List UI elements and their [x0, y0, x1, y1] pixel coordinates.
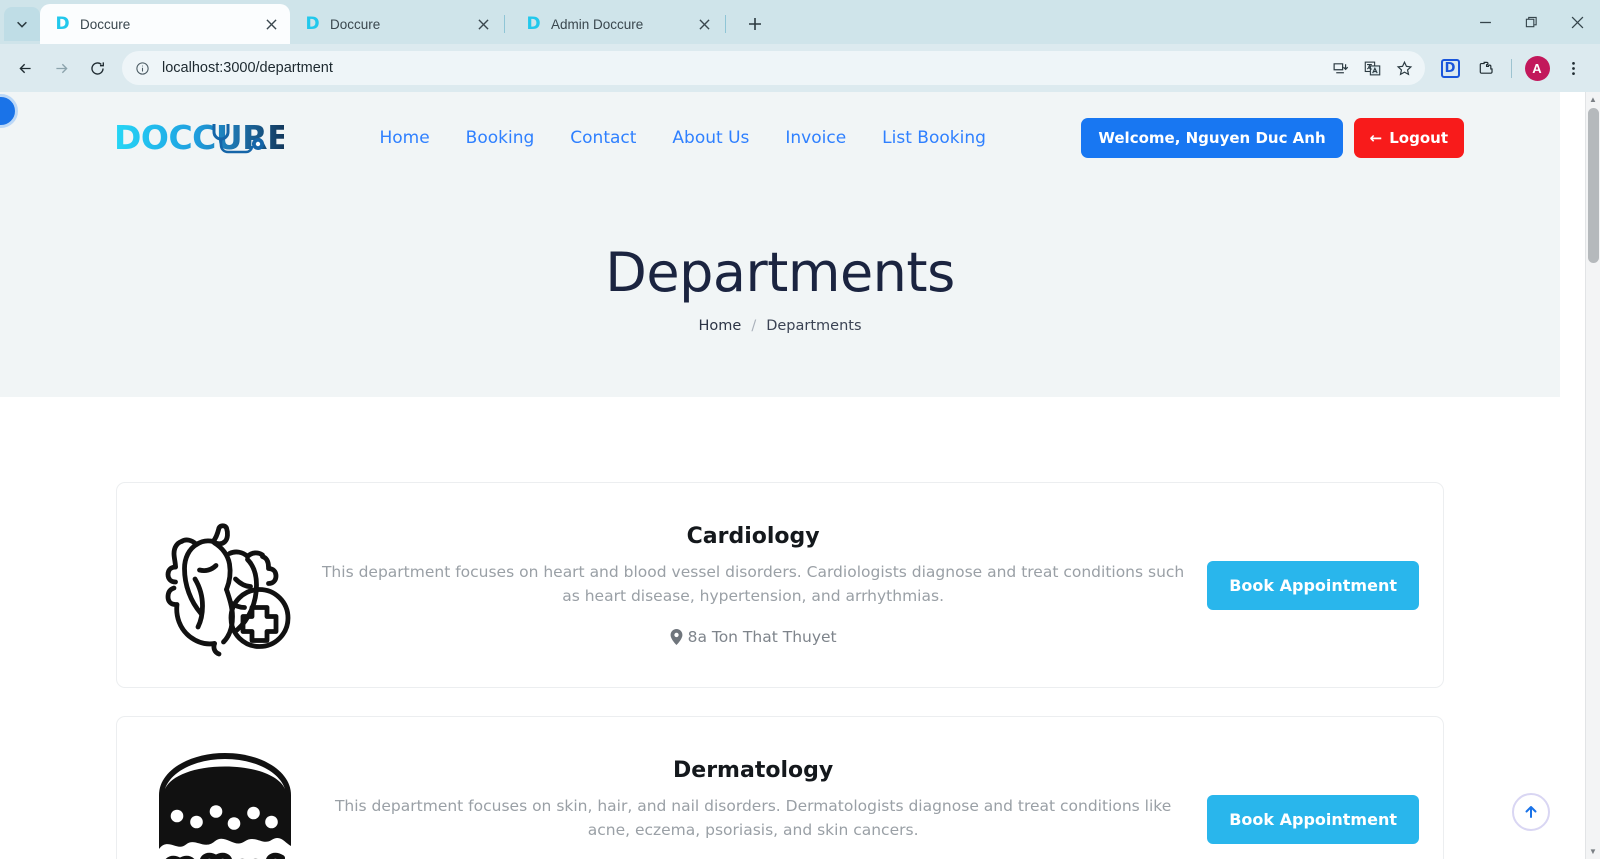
welcome-user-button[interactable]: Welcome, Nguyen Duc Anh — [1081, 118, 1343, 158]
arrow-left-icon — [18, 63, 31, 73]
back-button[interactable] — [8, 51, 42, 85]
anatomical-heart-icon — [141, 505, 309, 665]
department-description: This department focuses on skin, hair, a… — [334, 796, 1172, 839]
url-text[interactable]: localhost:3000/department — [152, 60, 1325, 76]
chrome-menu-icon — [1571, 61, 1575, 75]
page-scrollbar[interactable]: ▲ ▼ — [1585, 92, 1600, 859]
translate-icon[interactable] — [1357, 53, 1387, 83]
department-info: Dermatology This department focuses on s… — [309, 758, 1197, 859]
nav-item-about-us[interactable]: About Us — [672, 128, 749, 148]
nav-item-list-booking[interactable]: List Booking — [882, 128, 986, 148]
tab-title: Doccure — [330, 16, 381, 32]
close-window-button[interactable] — [1554, 0, 1600, 44]
forward-button[interactable] — [44, 51, 78, 85]
scrollbar-thumb[interactable] — [1588, 108, 1599, 263]
plus-icon — [749, 18, 761, 30]
avatar: A — [1524, 55, 1550, 81]
tab-title: Admin Doccure — [551, 16, 644, 32]
web-page: DOCCURE Home Booking Contact About Us In… — [0, 92, 1560, 859]
location-text: 8a Ton That Thuyet — [687, 628, 837, 647]
scrollbar-down-arrow[interactable]: ▼ — [1586, 844, 1600, 859]
arrow-right-icon — [55, 63, 68, 73]
book-appointment-button[interactable]: Book Appointment — [1207, 794, 1419, 844]
breadcrumb-current: Departments — [766, 318, 862, 335]
tab-strip: D Doccure D Doccure D Admin Doccure — [0, 0, 1600, 44]
breadcrumb-home[interactable]: Home — [698, 318, 741, 334]
main-navigation: Home Booking Contact About Us Invoice Li… — [284, 128, 1081, 148]
logout-label: Logout — [1389, 129, 1448, 147]
close-icon[interactable] — [695, 15, 713, 33]
maximize-button[interactable] — [1508, 0, 1554, 44]
extensions-button[interactable] — [1469, 51, 1503, 85]
arrow-left-icon: ← — [1369, 128, 1383, 147]
tab-title: Doccure — [80, 16, 131, 32]
page-viewport: DOCCURE Home Booking Contact About Us In… — [0, 92, 1600, 859]
omnibox-actions — [1325, 53, 1419, 83]
extension-doccure-icon: D — [1440, 58, 1460, 78]
window-controls — [1462, 0, 1600, 44]
browser-toolbar: localhost:3000/department D A — [0, 44, 1600, 92]
page-hero: Departments Home / Departments — [0, 184, 1560, 397]
minimize-button[interactable] — [1462, 0, 1508, 44]
department-name: Cardiology — [686, 523, 820, 549]
toolbar-divider — [1511, 58, 1512, 78]
department-description: This department focuses on heart and blo… — [321, 562, 1185, 605]
skin-layers-icon — [141, 739, 309, 859]
new-tab-button[interactable] — [740, 9, 770, 39]
browser-tab-1[interactable]: D Doccure — [40, 4, 290, 44]
browser-tab-2[interactable]: D Doccure — [290, 4, 502, 44]
close-icon[interactable] — [262, 15, 280, 33]
reload-button[interactable] — [80, 51, 114, 85]
minimize-icon — [1479, 21, 1491, 23]
logout-button[interactable]: ← Logout — [1353, 118, 1464, 158]
extensions-puzzle-icon — [1479, 61, 1493, 74]
tab-search-button[interactable] — [4, 7, 40, 41]
breadcrumb-separator: / — [751, 318, 757, 335]
maximize-icon — [1525, 16, 1537, 27]
profile-button[interactable]: A — [1520, 51, 1554, 85]
book-appointment-button[interactable]: Book Appointment — [1207, 560, 1419, 610]
department-location: 8a Ton That Thuyet — [315, 628, 1191, 646]
header-actions: Welcome, Nguyen Duc Anh ← Logout — [1081, 118, 1464, 158]
tab-divider — [504, 15, 505, 33]
nav-item-home[interactable]: Home — [379, 128, 429, 148]
nav-item-invoice[interactable]: Invoice — [785, 128, 846, 148]
department-card-cardiology: Cardiology This department focuses on he… — [116, 482, 1444, 688]
site-logo[interactable]: DOCCURE — [114, 116, 290, 160]
doccure-d-icon: D — [55, 13, 70, 34]
close-icon[interactable] — [474, 15, 492, 33]
install-app-icon[interactable] — [1325, 53, 1355, 83]
doccure-d-icon: D — [526, 13, 541, 34]
chevron-down-icon — [17, 21, 27, 28]
extension-doccure-button[interactable]: D — [1433, 51, 1467, 85]
arrow-up-icon — [1525, 806, 1537, 818]
department-info: Cardiology This department focuses on he… — [309, 524, 1197, 646]
breadcrumb: Home / Departments — [698, 318, 861, 334]
info-circle-icon — [135, 61, 149, 75]
scroll-to-top-button[interactable] — [1512, 793, 1550, 831]
bookmark-star-icon[interactable] — [1389, 53, 1419, 83]
address-bar[interactable]: localhost:3000/department — [122, 51, 1425, 85]
site-header: DOCCURE Home Booking Contact About Us In… — [0, 92, 1560, 184]
page-title: Departments — [605, 240, 955, 304]
stethoscope-icon — [212, 124, 264, 154]
doccure-d-icon: D — [305, 13, 320, 34]
reload-icon — [90, 61, 104, 75]
browser-tab-3[interactable]: D Admin Doccure — [511, 4, 723, 44]
department-card-dermatology: Dermatology This department focuses on s… — [116, 716, 1444, 859]
map-pin-icon — [670, 629, 682, 646]
close-icon — [1571, 16, 1583, 28]
nav-item-contact[interactable]: Contact — [570, 128, 636, 148]
tab-divider — [725, 15, 726, 33]
department-name: Dermatology — [673, 757, 834, 783]
site-info-icon[interactable] — [132, 58, 152, 78]
chrome-menu-button[interactable] — [1556, 51, 1590, 85]
departments-list: Cardiology This department focuses on he… — [0, 397, 1560, 859]
scrollbar-up-arrow[interactable]: ▲ — [1586, 92, 1600, 107]
browser-window: D Doccure D Doccure D Admin Doccure loca… — [0, 0, 1600, 859]
nav-item-booking[interactable]: Booking — [466, 128, 535, 148]
